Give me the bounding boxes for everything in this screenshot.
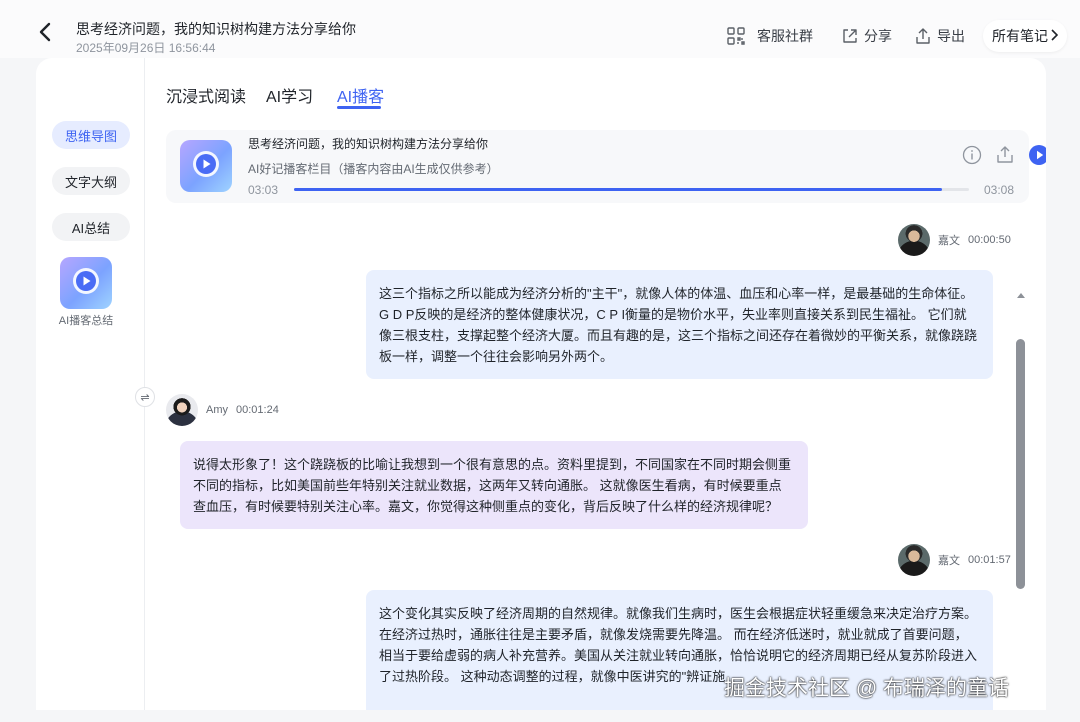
share-icon[interactable] bbox=[994, 144, 1016, 166]
play-icon bbox=[72, 267, 100, 300]
back-icon[interactable] bbox=[38, 22, 58, 46]
speaker-timestamp[interactable]: 00:01:57 bbox=[968, 554, 1011, 566]
scroll-up-icon[interactable] bbox=[1016, 286, 1026, 298]
message-line: 板一样，调整一个往往会影响另外两个。 bbox=[379, 349, 614, 364]
speaker-name: 嘉文 bbox=[938, 555, 960, 567]
community-button[interactable]: 客服社群 bbox=[726, 26, 813, 46]
speaker-name: Amy bbox=[206, 404, 228, 416]
message-line: 这三个指标之所以能成为经济分析的"主干"，就像人体的体温、血压和心率一样，是最基… bbox=[379, 286, 974, 301]
document-datetime: 2025年09月26日 16:56:44 bbox=[76, 41, 216, 55]
player-title: 思考经济问题，我的知识树构建方法分享给你 bbox=[248, 137, 489, 151]
export-icon bbox=[914, 27, 932, 45]
current-time: 03:03 bbox=[248, 183, 279, 197]
avatar bbox=[898, 544, 930, 576]
sidebar-item-outline[interactable]: 文字大纲 bbox=[52, 167, 130, 195]
document-title: 思考经济问题，我的知识树构建方法分享给你 bbox=[76, 21, 356, 37]
message-line: 相当于要给虚弱的病人补充营养。美国从关注就业转向通胀，恰恰说明它的经济周期已经从… bbox=[379, 648, 978, 663]
share-button[interactable]: 分享 bbox=[841, 26, 892, 46]
message-line: G D P反映的是经济的整体健康状况，C P I衡量的是物价水平，失业率则直接关… bbox=[379, 307, 967, 322]
all-notes-label: 所有笔记 bbox=[992, 28, 1048, 44]
speaker-timestamp[interactable]: 00:00:50 bbox=[968, 234, 1011, 246]
total-time: 03:08 bbox=[984, 183, 1015, 197]
play-icon bbox=[192, 150, 220, 183]
sidebar-item-label: 文字大纲 bbox=[64, 174, 117, 190]
speaker-timestamp[interactable]: 00:01:24 bbox=[236, 404, 279, 416]
speaker-name: 嘉文 bbox=[938, 235, 960, 247]
sidebar-item-podcast-summary[interactable] bbox=[60, 257, 112, 309]
share-label: 分享 bbox=[864, 28, 892, 44]
community-label: 客服社群 bbox=[757, 28, 813, 44]
tab-ai-podcast[interactable]: AI播客 bbox=[337, 83, 384, 107]
export-button[interactable]: 导出 bbox=[914, 26, 965, 46]
message-line: 不同的指标，比如美国前些年特别关注就业数据，这两年又转向通胀。 这就像医生看病，… bbox=[193, 478, 782, 493]
watermark: 掘金技术社区 @ 布瑞泽的童话 bbox=[724, 677, 1009, 700]
tab-immersive-reading[interactable]: 沉浸式阅读 bbox=[166, 83, 246, 107]
scrollbar-thumb[interactable] bbox=[1016, 339, 1025, 589]
message-bubble: 这三个指标之所以能成为经济分析的"主干"，就像人体的体温、血压和心率一样，是最基… bbox=[366, 270, 993, 379]
podcast-summary-label: AI播客总结 bbox=[58, 315, 114, 327]
message-line: 这个变化其实反映了经济周期的自然规律。就像我们生病时，医生会根据症状轻重缓急来决… bbox=[379, 606, 978, 621]
podcast-cover[interactable] bbox=[180, 140, 232, 192]
progress-fill bbox=[294, 188, 942, 191]
sidebar-item-mindmap[interactable]: 思维导图 bbox=[52, 121, 130, 149]
sidebar-item-label: AI总结 bbox=[71, 220, 111, 236]
sidebar-item-ai-summary[interactable]: AI总结 bbox=[52, 213, 130, 241]
progress-bar[interactable] bbox=[294, 188, 969, 191]
tab-ai-learning[interactable]: AI学习 bbox=[266, 83, 313, 107]
podcast-player: 思考经济问题，我的知识树构建方法分享给你 AI好记播客栏目（播客内容由AI生成仅… bbox=[166, 130, 1046, 203]
info-icon[interactable] bbox=[961, 144, 983, 166]
speaker-row: Amy 00:01:24 bbox=[166, 394, 279, 426]
player-subtitle: AI好记播客栏目（播客内容由AI生成仅供参考） bbox=[248, 162, 499, 176]
message-line: 像三根支柱，支撑起整个经济大厦。而且有趣的是，这三个指标之间还存在着微妙的平衡关… bbox=[379, 328, 978, 343]
chevron-right-icon bbox=[1050, 28, 1059, 44]
top-bar: 思考经济问题，我的知识树构建方法分享给你 2025年09月26日 16:56:4… bbox=[0, 0, 1080, 58]
avatar bbox=[898, 224, 930, 256]
speaker-row: 嘉文 00:01:57 bbox=[898, 544, 1011, 576]
all-notes-button[interactable]: 所有笔记 bbox=[983, 20, 1067, 52]
speaker-row: 嘉文 00:00:50 bbox=[898, 224, 1011, 256]
message-line: 说得太形象了！这个跷跷板的比喻让我想到一个很有意思的点。资料里提到，不同国家在不… bbox=[193, 457, 792, 472]
message-line: 查血压，有时候要特别关注心率。嘉文，你觉得这种侧重点的变化，背后反映了什么样的经… bbox=[193, 499, 779, 514]
active-tab-indicator bbox=[337, 106, 381, 109]
message-bubble: 说得太形象了！这个跷跷板的比喻让我想到一个很有意思的点。资料里提到，不同国家在不… bbox=[180, 441, 808, 529]
play-button-icon[interactable] bbox=[1028, 144, 1046, 166]
export-label: 导出 bbox=[937, 28, 965, 44]
left-sidebar: 思维导图 文字大纲 AI总结 AI播客总结 bbox=[36, 58, 145, 710]
message-line: 在经济过热时，通胀往往是主要矛盾，就像发烧需要先降温。 而在经济低迷时，就业就成… bbox=[379, 627, 968, 642]
sidebar-item-label: 思维导图 bbox=[64, 128, 117, 144]
qr-grid-icon bbox=[726, 26, 746, 46]
swap-toggle-icon[interactable]: ⇌ bbox=[135, 387, 155, 407]
share-icon bbox=[841, 27, 859, 45]
main-card: 思维导图 文字大纲 AI总结 AI播客总结 ⇌ 沉浸式阅读 AI学习 AI播客 … bbox=[36, 58, 1046, 710]
avatar bbox=[166, 394, 198, 426]
